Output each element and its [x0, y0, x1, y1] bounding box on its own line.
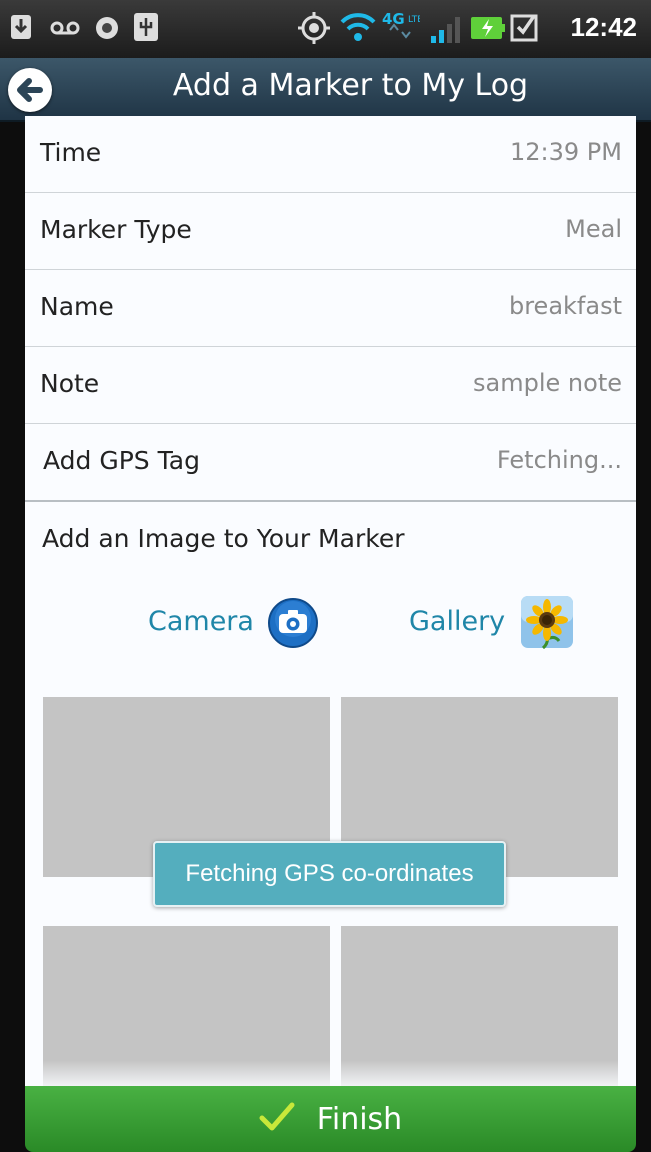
title-bar: Add a Marker to My Log — [0, 58, 651, 122]
time-value: 12:39 PM — [510, 138, 622, 166]
note-label: Note — [40, 369, 100, 398]
note-row[interactable]: Note sample note — [25, 347, 636, 424]
camera-icon[interactable] — [267, 597, 319, 653]
gps-toast: Fetching GPS co-ordinates — [153, 841, 506, 907]
name-row[interactable]: Name breakfast — [25, 270, 636, 347]
time-label: Time — [40, 138, 102, 167]
gps-tag-value: Fetching... — [496, 446, 622, 474]
media-icon — [95, 16, 119, 44]
download-icon — [10, 14, 32, 44]
name-label: Name — [40, 292, 114, 321]
marker-form: Time 12:39 PM Marker Type Meal Name brea… — [25, 116, 636, 1126]
finish-label: Finish — [316, 1101, 403, 1137]
marker-type-row[interactable]: Marker Type Meal — [25, 193, 636, 270]
gps-tag-label: Add GPS Tag — [43, 446, 200, 475]
voicemail-icon — [50, 20, 80, 40]
checkmark-icon — [259, 1101, 295, 1137]
camera-button-label[interactable]: Camera — [148, 606, 254, 637]
usb-icon — [133, 12, 159, 46]
gps-tag-row[interactable]: Add GPS Tag Fetching... — [25, 424, 636, 502]
gallery-button-label[interactable]: Gallery — [409, 606, 505, 637]
name-value: breakfast — [508, 292, 622, 320]
toast-message: Fetching GPS co-ordinates — [185, 860, 474, 887]
note-value: sample note — [473, 369, 622, 397]
4g-lte-icon: 4GLTE — [380, 8, 423, 48]
sunflower-gallery-icon[interactable] — [520, 595, 574, 653]
marker-type-value: Meal — [565, 215, 622, 243]
clock: 12:42 — [570, 12, 638, 42]
finish-button[interactable]: Finish — [25, 1086, 636, 1152]
battery-charging-icon — [470, 16, 506, 44]
checkbox-icon — [510, 12, 540, 46]
status-bar: 4GLTE 12:42 — [0, 0, 651, 58]
time-row[interactable]: Time 12:39 PM — [25, 116, 636, 193]
signal-icon — [430, 14, 462, 48]
image-section-label: Add an Image to Your Marker — [42, 524, 405, 553]
scroll-fade — [25, 1060, 636, 1088]
page-title: Add a Marker to My Log — [172, 68, 529, 103]
wifi-icon — [340, 10, 376, 48]
marker-type-label: Marker Type — [40, 215, 192, 244]
svg-text:LTE: LTE — [408, 15, 420, 25]
gps-icon — [298, 12, 330, 48]
